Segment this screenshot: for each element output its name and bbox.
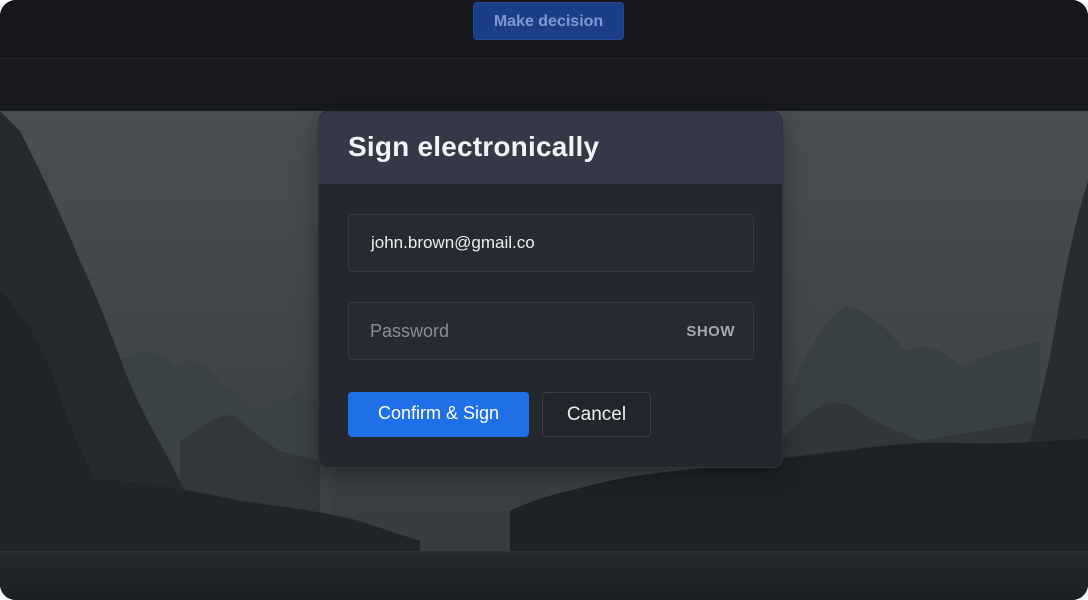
dialog-header: Sign electronically bbox=[319, 112, 782, 184]
email-field[interactable]: john.brown@gmail.co bbox=[348, 214, 754, 272]
secondary-bar bbox=[0, 59, 1088, 111]
confirm-sign-button[interactable]: Confirm & Sign bbox=[348, 392, 529, 437]
sign-electronically-dialog: Sign electronically john.brown@gmail.co … bbox=[318, 111, 783, 468]
make-decision-button[interactable]: Make decision bbox=[473, 2, 624, 40]
dialog-title: Sign electronically bbox=[348, 131, 600, 162]
email-field-value: john.brown@gmail.co bbox=[371, 233, 535, 252]
cancel-button[interactable]: Cancel bbox=[542, 392, 651, 437]
password-field[interactable]: Password SHOW bbox=[348, 302, 754, 360]
password-placeholder: Password bbox=[370, 321, 450, 341]
show-password-toggle[interactable]: SHOW bbox=[686, 323, 735, 340]
top-toolbar: Make decision bbox=[0, 0, 1088, 59]
app-window: Make decision Sign electronically john.b… bbox=[0, 0, 1088, 600]
